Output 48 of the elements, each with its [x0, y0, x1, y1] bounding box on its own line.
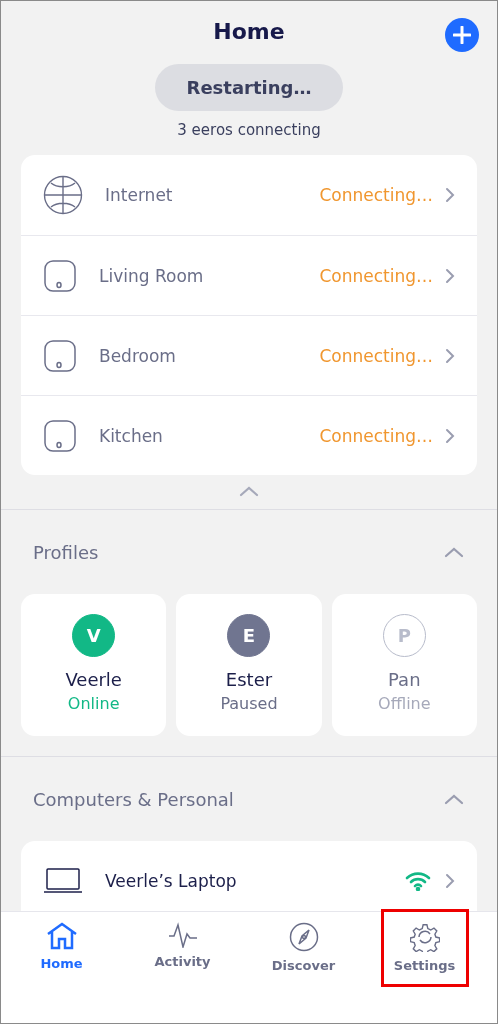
settings-icon — [409, 922, 440, 952]
connection-status: Connecting… — [319, 185, 433, 205]
network-item-name[interactable]: Living Room — [99, 265, 320, 286]
chevron-right-icon — [445, 873, 455, 889]
chevron-right-icon — [445, 267, 455, 284]
nav-tab[interactable]: Discover — [259, 909, 348, 987]
profile-name: Ester — [225, 669, 273, 690]
network-item-name[interactable]: Kitchen — [99, 425, 320, 446]
profile-card[interactable]: V Veerle Online — [21, 594, 167, 736]
eero-device-icon — [43, 338, 77, 373]
restart-status-button[interactable]: Restarting… — [155, 64, 343, 111]
connection-status: Connecting… — [319, 425, 433, 446]
profile-avatar: E — [227, 614, 271, 657]
profile-avatar: P — [382, 614, 426, 657]
profile-name: Pan — [388, 669, 421, 690]
connection-status-text: 3 eeros connecting — [177, 121, 321, 139]
section-title: Profiles — [33, 541, 99, 563]
connection-status: Connecting… — [319, 345, 433, 366]
laptop-icon — [43, 867, 83, 895]
profile-card[interactable]: E Ester Paused — [176, 594, 322, 736]
page-title: Home — [213, 19, 285, 46]
pulse-icon — [167, 922, 198, 948]
globe-icon — [43, 175, 83, 215]
section-title: Computers & Personal — [33, 788, 234, 810]
nav-tab[interactable]: Settings — [380, 909, 469, 987]
profile-card[interactable]: P Pan Offline — [331, 594, 477, 736]
compass-icon — [288, 922, 319, 952]
network-item-name[interactable]: Bedroom — [99, 345, 320, 366]
eero-device-icon — [43, 418, 77, 453]
chevron-right-icon — [445, 187, 455, 203]
connection-status: Connecting… — [319, 265, 433, 286]
device-name[interactable]: Veerle’s Laptop — [105, 871, 405, 891]
eero-device-icon — [43, 258, 77, 293]
add-button[interactable] — [445, 18, 479, 52]
chevron-up-icon[interactable] — [443, 793, 465, 805]
plus-icon — [453, 26, 471, 44]
nav-tab[interactable]: Activity — [138, 909, 227, 987]
network-item-name[interactable]: Internet — [105, 185, 320, 205]
home-icon — [45, 922, 78, 950]
profile-status: Online — [67, 694, 120, 713]
chevron-right-icon — [445, 427, 455, 444]
profile-status: Offline — [378, 694, 431, 713]
profile-status: Paused — [220, 694, 278, 713]
chevron-right-icon — [445, 347, 455, 364]
profile-avatar: V — [72, 614, 116, 657]
nav-tab[interactable]: Home — [17, 909, 106, 987]
chevron-up-icon[interactable] — [443, 546, 465, 558]
profile-name: Veerle — [65, 669, 122, 690]
